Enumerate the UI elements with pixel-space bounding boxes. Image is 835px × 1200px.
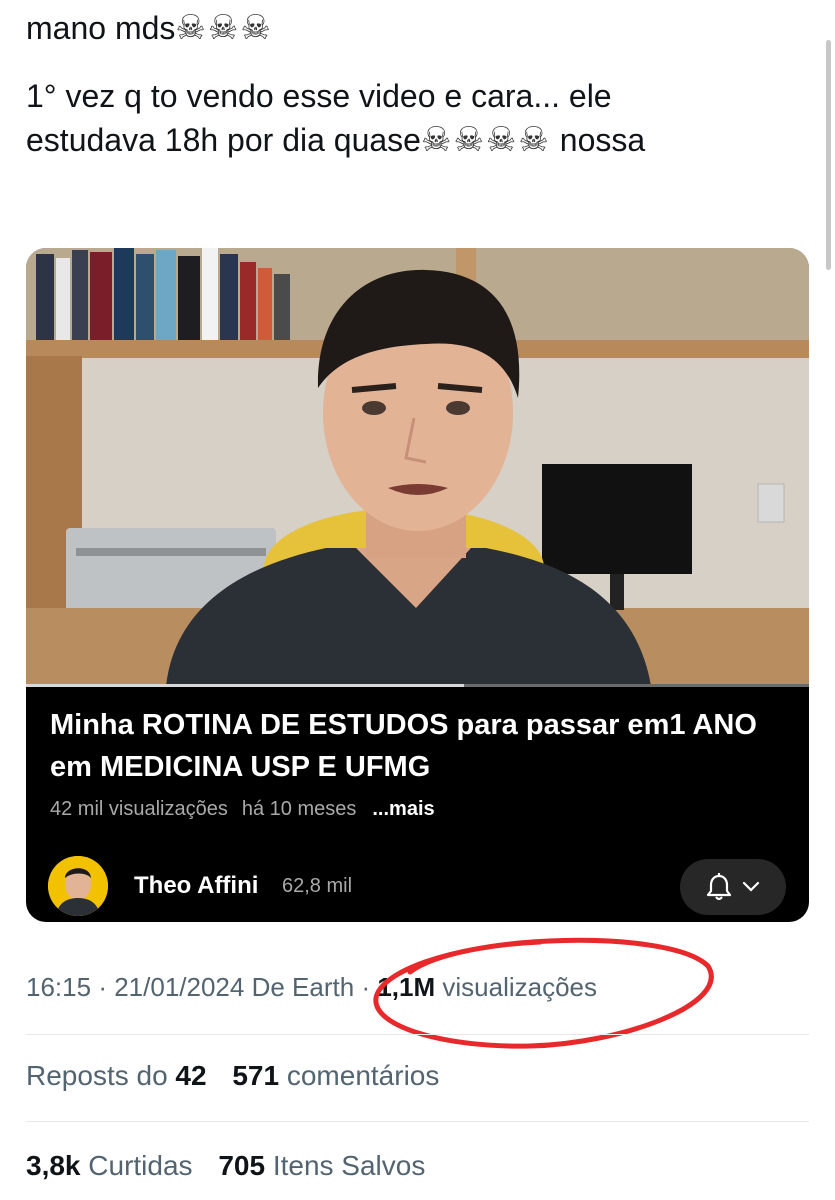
saves-label: Itens Salvos: [272, 1150, 426, 1181]
tweet-line-2: 1° vez q to vendo esse video e cara... e…: [26, 78, 612, 114]
video-progress-fill: [26, 684, 465, 687]
meta-separator: ·: [98, 972, 107, 1002]
video-thumbnail[interactable]: [26, 248, 809, 686]
post-source: De Earth: [251, 972, 355, 1002]
post-meta: 16:15 · 21/01/2024 De Earth · 1,1M visua…: [26, 972, 597, 1003]
notification-bell-button[interactable]: [680, 859, 786, 915]
video-meta: 42 mil visualizações há 10 meses ...mais: [50, 798, 449, 821]
tweet-line-1: mano mds☠☠☠: [26, 6, 816, 50]
meta-separator: ·: [361, 972, 371, 1002]
more-link[interactable]: ...mais: [372, 798, 434, 820]
saves-count: 705: [218, 1150, 266, 1181]
skull-emoji-icon: ☠☠☠: [175, 8, 273, 48]
video-views: 42 mil visualizações: [50, 798, 228, 820]
divider: [26, 1121, 809, 1122]
saves-stat[interactable]: 705 Itens Salvos: [218, 1150, 425, 1181]
likes-count: 3,8k: [26, 1150, 81, 1181]
reposts-count: 42: [175, 1060, 207, 1091]
views-label: visualizações: [442, 972, 598, 1002]
likes-stat[interactable]: 3,8k Curtidas: [26, 1150, 193, 1181]
tweet-body: mano mds☠☠☠ 1° vez q to vendo esse video…: [26, 6, 816, 162]
comments-count: 571: [232, 1060, 280, 1091]
tweet-text-segment: estudava 18h por dia quase: [26, 122, 421, 158]
channel-avatar-image: [48, 856, 108, 916]
page-scrollbar[interactable]: [826, 40, 831, 270]
bell-icon: [706, 873, 732, 901]
views-count: 1,1M: [377, 972, 436, 1002]
likes-label: Curtidas: [88, 1150, 193, 1181]
stats-row-reposts: Reposts do 42 571 comentários: [26, 1060, 457, 1092]
post-date: 21/01/2024: [114, 972, 245, 1002]
stats-row-likes: 3,8k Curtidas 705 Itens Salvos: [26, 1150, 443, 1182]
video-card[interactable]: Minha ROTINA DE ESTUDOS para passar em1 …: [26, 248, 809, 922]
subscriber-count: 62,8 mil: [282, 875, 353, 897]
comments-label: comentários: [286, 1060, 440, 1091]
skull-emoji-icon: ☠☠☠☠: [420, 120, 551, 160]
tweet-text-segment: nossa: [559, 122, 646, 158]
tweet-line-3: estudava 18h por dia quase☠☠☠☠ nossa: [26, 118, 816, 162]
channel-name[interactable]: Theo Affini: [134, 872, 258, 900]
comments-stat[interactable]: 571 comentários: [232, 1060, 439, 1091]
post-time: 16:15: [26, 972, 92, 1002]
tweet-text-segment: mano mds: [26, 10, 176, 46]
video-title[interactable]: Minha ROTINA DE ESTUDOS para passar em1 …: [50, 704, 790, 788]
video-progress-bar[interactable]: [26, 684, 809, 687]
reposts-stat[interactable]: Reposts do 42: [26, 1060, 207, 1091]
divider: [26, 1034, 809, 1035]
channel-row: Theo Affini 62,8 mil: [48, 856, 788, 916]
avatar[interactable]: [48, 856, 108, 916]
video-age: há 10 meses: [241, 798, 357, 820]
reposts-label: Reposts do: [26, 1060, 168, 1091]
chevron-down-icon: [742, 881, 760, 892]
